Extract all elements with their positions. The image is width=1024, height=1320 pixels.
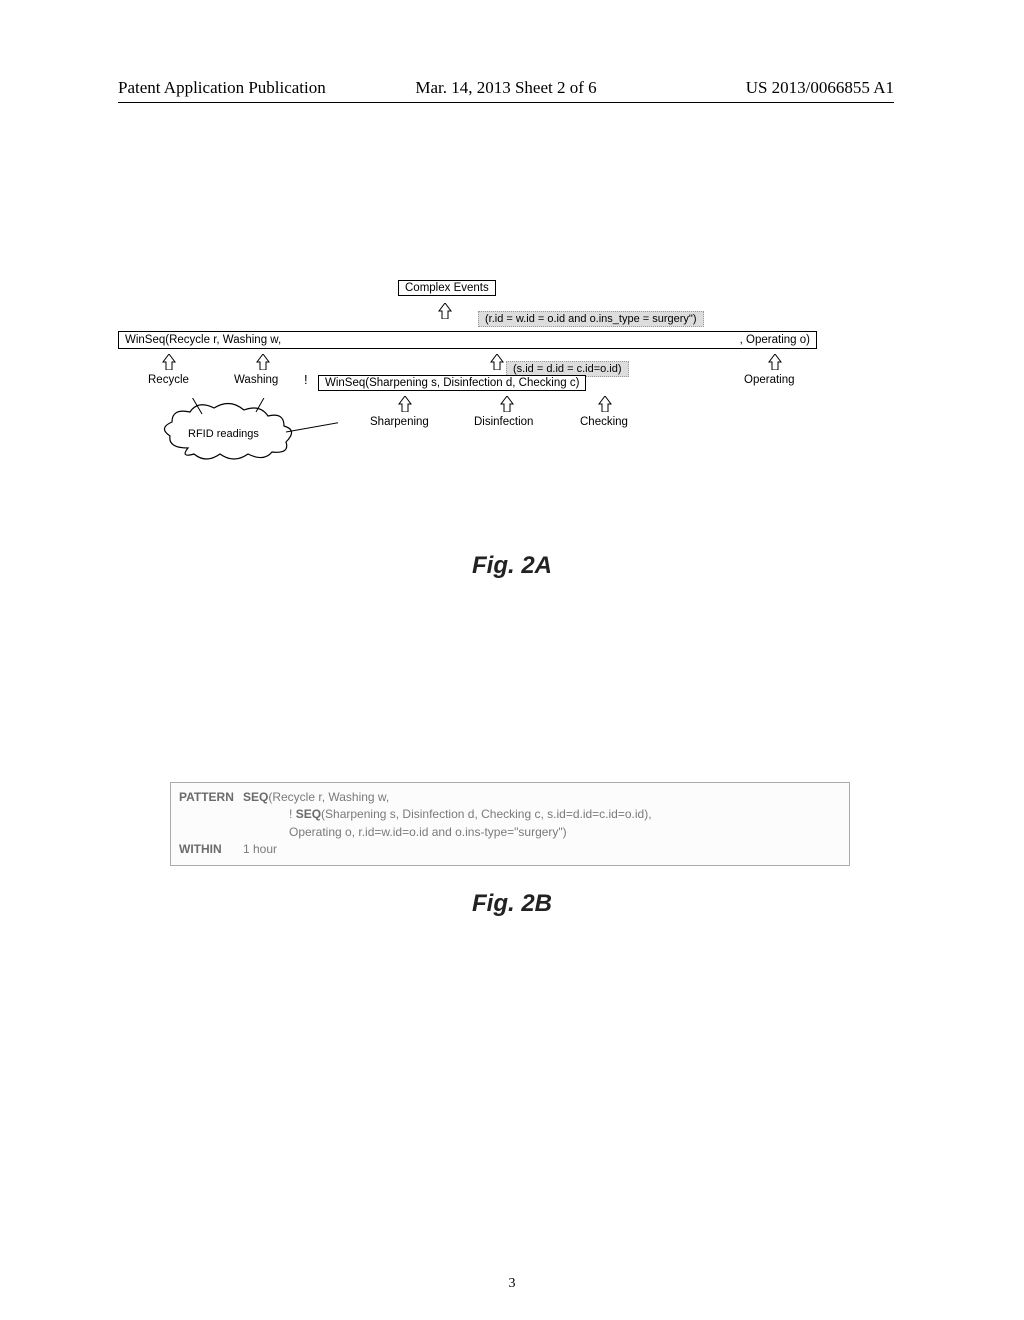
code-line: WITHIN 1 hour [179,841,841,858]
rfid-readings-label: RFID readings [188,428,259,440]
figure-2a-caption: Fig. 2A [472,552,552,580]
figure-2b-code: PATTERN SEQ(Recycle r, Washing w, ! SEQ(… [170,782,850,866]
up-arrow-icon [398,396,412,410]
complex-events-box: Complex Events [398,280,496,296]
up-arrow-icon [490,354,504,368]
page-header: Patent Application Publication Mar. 14, … [118,78,894,103]
bang-label: ! [304,372,308,387]
washing-label: Washing [234,374,278,386]
inner-winseq-box: WinSeq(Sharpening s, Disinfection d, Che… [318,375,586,391]
header-center: Mar. 14, 2013 Sheet 2 of 6 [415,78,596,98]
disinfection-label: Disinfection [474,416,533,428]
page-number: 3 [509,1276,516,1292]
up-arrow-icon [438,303,452,317]
checking-label: Checking [580,416,628,428]
operating-label: Operating [744,374,795,386]
code-line: PATTERN SEQ(Recycle r, Washing w, [179,789,841,806]
up-arrow-icon [256,354,270,368]
sharpening-label: Sharpening [370,416,429,428]
code-text: SEQ(Recycle r, Washing w, [243,789,389,806]
pattern-keyword: PATTERN [179,789,243,806]
outer-winseq-right: , Operating o) [740,334,810,346]
up-arrow-icon [598,396,612,410]
figure-2a: Complex Events (r.id = w.id = o.id and o… [118,270,903,530]
header-left: Patent Application Publication [118,78,326,98]
figure-2b-caption: Fig. 2B [472,890,552,918]
outer-winseq-box: WinSeq(Recycle r, Washing w, , Operating… [118,331,817,349]
up-arrow-icon [500,396,514,410]
code-line: ! SEQ(Sharpening s, Disinfection d, Chec… [179,806,841,823]
page: Patent Application Publication Mar. 14, … [0,0,1024,1320]
up-arrow-icon [162,354,176,368]
within-value: 1 hour [243,841,277,858]
code-line: Operating o, r.id=w.id=o.id and o.ins-ty… [179,824,841,841]
header-right: US 2013/0066855 A1 [746,78,894,98]
bang: ! [289,807,292,821]
outer-winseq-left: WinSeq(Recycle r, Washing w, [125,334,281,346]
seq-keyword: SEQ [243,790,268,804]
recycle-label: Recycle [148,374,189,386]
up-arrow-icon [768,354,782,368]
within-keyword: WITHIN [179,841,243,858]
seq-keyword: SEQ [296,807,321,821]
outer-predicate: (r.id = w.id = o.id and o.ins_type = sur… [478,311,704,327]
